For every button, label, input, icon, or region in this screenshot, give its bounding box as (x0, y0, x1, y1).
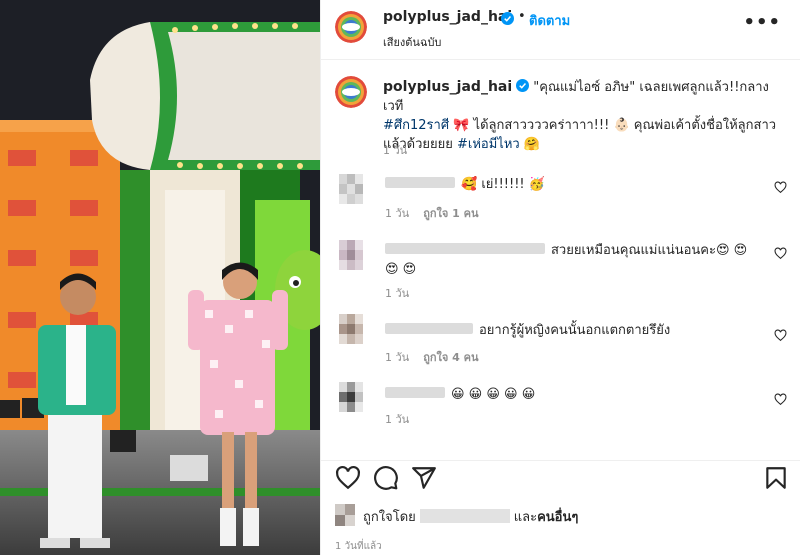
commenter-avatar[interactable] (339, 240, 363, 270)
comment-meta: 1 วัน ถูกใจ 4 คน (385, 348, 479, 366)
comment-time[interactable]: 1 วัน (385, 351, 409, 364)
post-side-panel: polyplus_jad_hai • ติดตาม เสียงต้นฉบับ •… (320, 0, 800, 555)
liked-by-prefix: ถูกใจโดย (363, 510, 416, 525)
liker-username[interactable] (419, 509, 510, 523)
comment-time[interactable]: 1 วัน (385, 287, 409, 300)
comment-item: 🥰 เย่!!!!!! 🥳 1 วัน ถูกใจ 1 คน (321, 173, 800, 223)
heart-icon[interactable] (774, 329, 787, 342)
comment-item: 😀 😀 😀 😀 😀 1 วัน (321, 381, 800, 431)
comment-time[interactable]: 1 วัน (385, 207, 409, 220)
more-options-button[interactable]: ••• (743, 12, 781, 33)
commenter-username[interactable] (385, 243, 545, 254)
caption-timestamp[interactable]: 1 วัน (383, 141, 407, 159)
author-username[interactable]: polyplus_jad_hai (383, 9, 512, 25)
comment-like-count[interactable]: ถูกใจ 4 คน (423, 351, 478, 364)
comment-text: 🥰 เย่!!!!!! 🥳 (385, 175, 765, 194)
caption-username[interactable]: polyplus_jad_hai (383, 79, 512, 95)
header-separator: • (518, 9, 526, 24)
commenter-username[interactable] (385, 387, 445, 398)
liked-by-summary: ถูกใจโดย และคนอื่นๆ (335, 504, 578, 527)
liked-by-others-link[interactable]: คนอื่นๆ (537, 510, 578, 525)
heart-icon[interactable] (774, 181, 787, 194)
caption-text: polyplus_jad_hai "คุณแม่ไอซ์ อภิษ" เฉลยเ… (383, 78, 783, 154)
verified-icon (516, 79, 530, 92)
hashtag-link[interactable]: #เห่อมีไหว (457, 137, 520, 152)
comment-like-count[interactable]: ถูกใจ 1 คน (423, 207, 478, 220)
comment-item: สวยยเหมือนคุณแม่แน่นอนคะ😍 😍 😍 😍 1 วัน (321, 239, 800, 309)
caption-body-4: 🤗 (519, 137, 541, 152)
post-timestamp[interactable]: 1 วันที่แล้ว (335, 539, 382, 554)
heart-icon[interactable] (774, 393, 787, 406)
bookmark-icon[interactable] (763, 465, 789, 491)
hashtag-link[interactable]: #ศึก12ราศี (383, 118, 449, 133)
comment-text: 😀 😀 😀 😀 😀 (385, 385, 765, 404)
caption-author-avatar[interactable] (335, 76, 367, 108)
commenter-avatar[interactable] (339, 382, 363, 412)
post-video-frame (0, 0, 320, 555)
comment-icon[interactable] (373, 465, 399, 491)
post-actions-bar: ถูกใจโดย และคนอื่นๆ 1 วันที่แล้ว (321, 460, 800, 555)
verified-icon (501, 12, 514, 25)
liked-by-and: และ (513, 510, 538, 525)
like-heart-icon[interactable] (335, 465, 361, 491)
author-avatar[interactable] (335, 11, 367, 43)
commenter-avatar[interactable] (339, 174, 363, 204)
post-header: polyplus_jad_hai • ติดตาม เสียงต้นฉบับ •… (321, 0, 800, 60)
comment-meta: 1 วัน ถูกใจ 1 คน (385, 204, 479, 222)
liker-avatar[interactable] (335, 504, 355, 526)
comment-time[interactable]: 1 วัน (385, 413, 409, 426)
share-icon[interactable] (411, 465, 437, 491)
comments-scroll-area[interactable]: polyplus_jad_hai "คุณแม่ไอซ์ อภิษ" เฉลยเ… (321, 61, 800, 459)
comment-body-continued: 😍 😍 (385, 262, 417, 277)
commenter-username[interactable] (385, 177, 455, 188)
comment-body: 😀 😀 😀 😀 😀 (451, 387, 536, 402)
comment-body: อยากรู้ผู้หญิงคนนั้นอกแตกตายรึยัง (479, 323, 671, 338)
comment-meta: 1 วัน (385, 410, 409, 428)
commenter-username[interactable] (385, 323, 473, 334)
commenter-avatar[interactable] (339, 314, 363, 344)
comment-meta: 1 วัน (385, 284, 409, 302)
comment-body: สวยยเหมือนคุณแม่แน่นอนคะ😍 😍 (551, 243, 748, 258)
comment-text: อยากรู้ผู้หญิงคนนั้นอกแตกตายรึยัง (385, 321, 765, 340)
post-media[interactable] (0, 0, 320, 555)
comment-text: สวยยเหมือนคุณแม่แน่นอนคะ😍 😍 😍 😍 (385, 241, 765, 279)
follow-button[interactable]: ติดตาม (529, 10, 570, 31)
caption-body-2: 🎀 ได้ลูกสาววววคร่าาาา!!! 👶🏻 คุณพ่อเค้าตั… (449, 118, 777, 133)
heart-icon[interactable] (774, 247, 787, 260)
comment-item: อยากรู้ผู้หญิงคนนั้นอกแตกตายรึยัง 1 วัน ถ… (321, 313, 800, 366)
comment-body: 🥰 เย่!!!!!! 🥳 (461, 177, 545, 192)
audio-label[interactable]: เสียงต้นฉบับ (383, 33, 441, 51)
